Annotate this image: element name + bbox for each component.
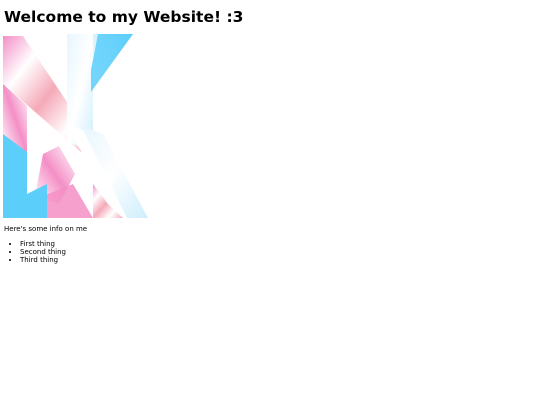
page-title: Welcome to my Website! :3	[4, 8, 244, 26]
list-item: Third thing	[20, 256, 66, 264]
page: Welcome to my Website! :3 Here's some in…	[0, 0, 540, 405]
intro-text: Here's some info on me	[4, 225, 88, 233]
info-list: First thing Second thing Third thing	[0, 240, 66, 264]
list-item: First thing	[20, 240, 66, 248]
kx-logo-icon	[3, 34, 148, 218]
list-item: Second thing	[20, 248, 66, 256]
